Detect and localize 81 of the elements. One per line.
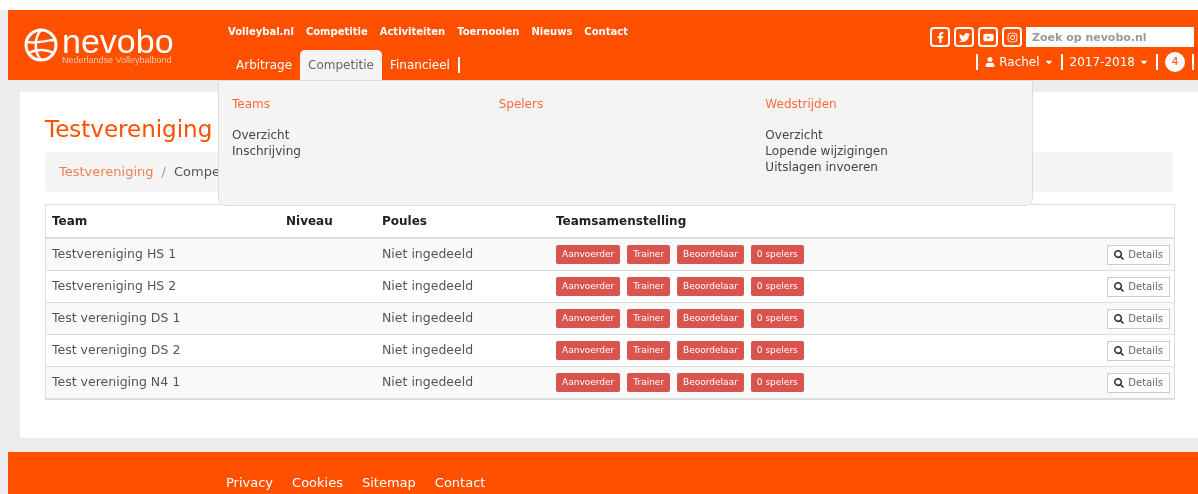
menu-link[interactable]: Overzicht: [765, 127, 1032, 143]
poule-cell-text: Niet ingedeeld: [382, 277, 475, 296]
team-cell-text: Test vereniging DS 2: [51, 341, 182, 360]
subnav-tab[interactable]: Competitie: [300, 50, 382, 80]
footer-link[interactable]: Cookies: [292, 472, 343, 492]
role-tag: Trainer: [627, 245, 671, 264]
search-icon: [1114, 313, 1125, 324]
menu-link[interactable]: Uitslagen invoeren: [765, 159, 1032, 175]
column-header: Team: [51, 213, 89, 230]
volleyball-icon: [24, 28, 58, 62]
user-menu[interactable]: Rachel: [985, 53, 1054, 71]
breadcrumb-separator: /: [161, 163, 166, 182]
menu-link[interactable]: Lopende wijzigingen: [765, 143, 1032, 159]
role-tag: 0 spelers: [750, 309, 804, 328]
nav-link[interactable]: Contact: [584, 24, 628, 48]
role-tag: 0 spelers: [750, 341, 804, 360]
role-tag: Trainer: [627, 373, 671, 392]
role-tag: Trainer: [627, 277, 671, 296]
nav-link[interactable]: Nieuws: [531, 24, 573, 48]
team-cell-text: Testvereniging HS 1: [51, 245, 178, 264]
role-tag: Aanvoerder: [556, 309, 621, 328]
role-tag: Aanvoerder: [556, 341, 621, 360]
role-tag: 0 spelers: [750, 277, 804, 296]
column-header: Niveau: [286, 213, 334, 230]
footer-link[interactable]: Contact: [434, 472, 486, 492]
user-icon: [985, 57, 996, 67]
role-tag: Aanvoerder: [556, 277, 621, 296]
menu-heading: Teams: [232, 96, 271, 113]
season-menu[interactable]: 2017-2018: [1069, 53, 1149, 71]
search-icon: [1114, 281, 1125, 292]
logo-subtitle: Nederlandse Volleybalbond: [62, 55, 173, 65]
subnav-tab[interactable]: Arbitrage: [228, 50, 301, 80]
details-button[interactable]: Details: [1107, 244, 1170, 265]
search-field[interactable]: Zoek op nevobo.nl: [1026, 27, 1194, 47]
role-tag: Trainer: [627, 309, 671, 328]
nav-link[interactable]: Activiteiten: [379, 24, 446, 48]
role-tag: 0 spelers: [750, 245, 804, 264]
search-icon: [1114, 345, 1125, 356]
breadcrumb-link[interactable]: Compe: [173, 162, 220, 182]
column-header: Poules: [382, 213, 428, 230]
role-tag: 0 spelers: [750, 373, 804, 392]
team-cell-text: Testvereniging HS 2: [51, 277, 178, 296]
nav-link[interactable]: Toernooien: [457, 24, 520, 48]
poule-cell-text: Niet ingedeeld: [382, 341, 475, 360]
role-tag: Beoordelaar: [677, 245, 744, 264]
youtube-icon[interactable]: [978, 27, 998, 47]
notification-badge[interactable]: 4: [1165, 52, 1185, 72]
poule-cell-text: Niet ingedeeld: [382, 245, 475, 264]
role-tag: Beoordelaar: [677, 373, 744, 392]
poule-cell-text: Niet ingedeeld: [382, 373, 475, 392]
instagram-icon[interactable]: [1002, 27, 1022, 47]
team-cell-text: Test vereniging N4 1: [51, 373, 182, 392]
menu-link[interactable]: Overzicht: [232, 127, 499, 143]
nav-link[interactable]: Volleybal.nl: [228, 24, 294, 48]
details-button[interactable]: Details: [1107, 276, 1170, 297]
facebook-icon[interactable]: [930, 27, 950, 47]
role-tag: Aanvoerder: [556, 373, 621, 392]
role-tag: Beoordelaar: [677, 277, 744, 296]
details-button[interactable]: Details: [1107, 340, 1170, 361]
role-tag: Beoordelaar: [677, 341, 744, 360]
menu-heading: Wedstrijden: [765, 96, 838, 113]
logo-text: nevobo: [62, 25, 174, 56]
subnav-tab[interactable]: Financieel: [381, 50, 458, 80]
details-button[interactable]: Details: [1107, 372, 1170, 393]
role-tag: Trainer: [627, 341, 671, 360]
details-button[interactable]: Details: [1107, 308, 1170, 329]
menu-heading: Spelers: [498, 96, 545, 113]
team-cell-text: Test vereniging DS 1: [51, 309, 182, 328]
poule-cell-text: Niet ingedeeld: [382, 309, 475, 328]
menu-link[interactable]: Inschrijving: [232, 143, 499, 159]
page-title: Testvereniging: [45, 115, 213, 144]
role-tag: Beoordelaar: [677, 309, 744, 328]
footer-link[interactable]: Privacy: [226, 472, 274, 492]
role-tag: Aanvoerder: [556, 245, 621, 264]
breadcrumb-link[interactable]: Testvereniging: [59, 162, 154, 182]
search-icon: [1114, 249, 1125, 260]
column-header: Teamsamenstelling: [556, 213, 688, 230]
footer-link[interactable]: Sitemap: [362, 472, 416, 492]
twitter-icon[interactable]: [954, 27, 974, 47]
nav-link[interactable]: Competitie: [305, 24, 368, 48]
search-icon: [1114, 377, 1125, 388]
